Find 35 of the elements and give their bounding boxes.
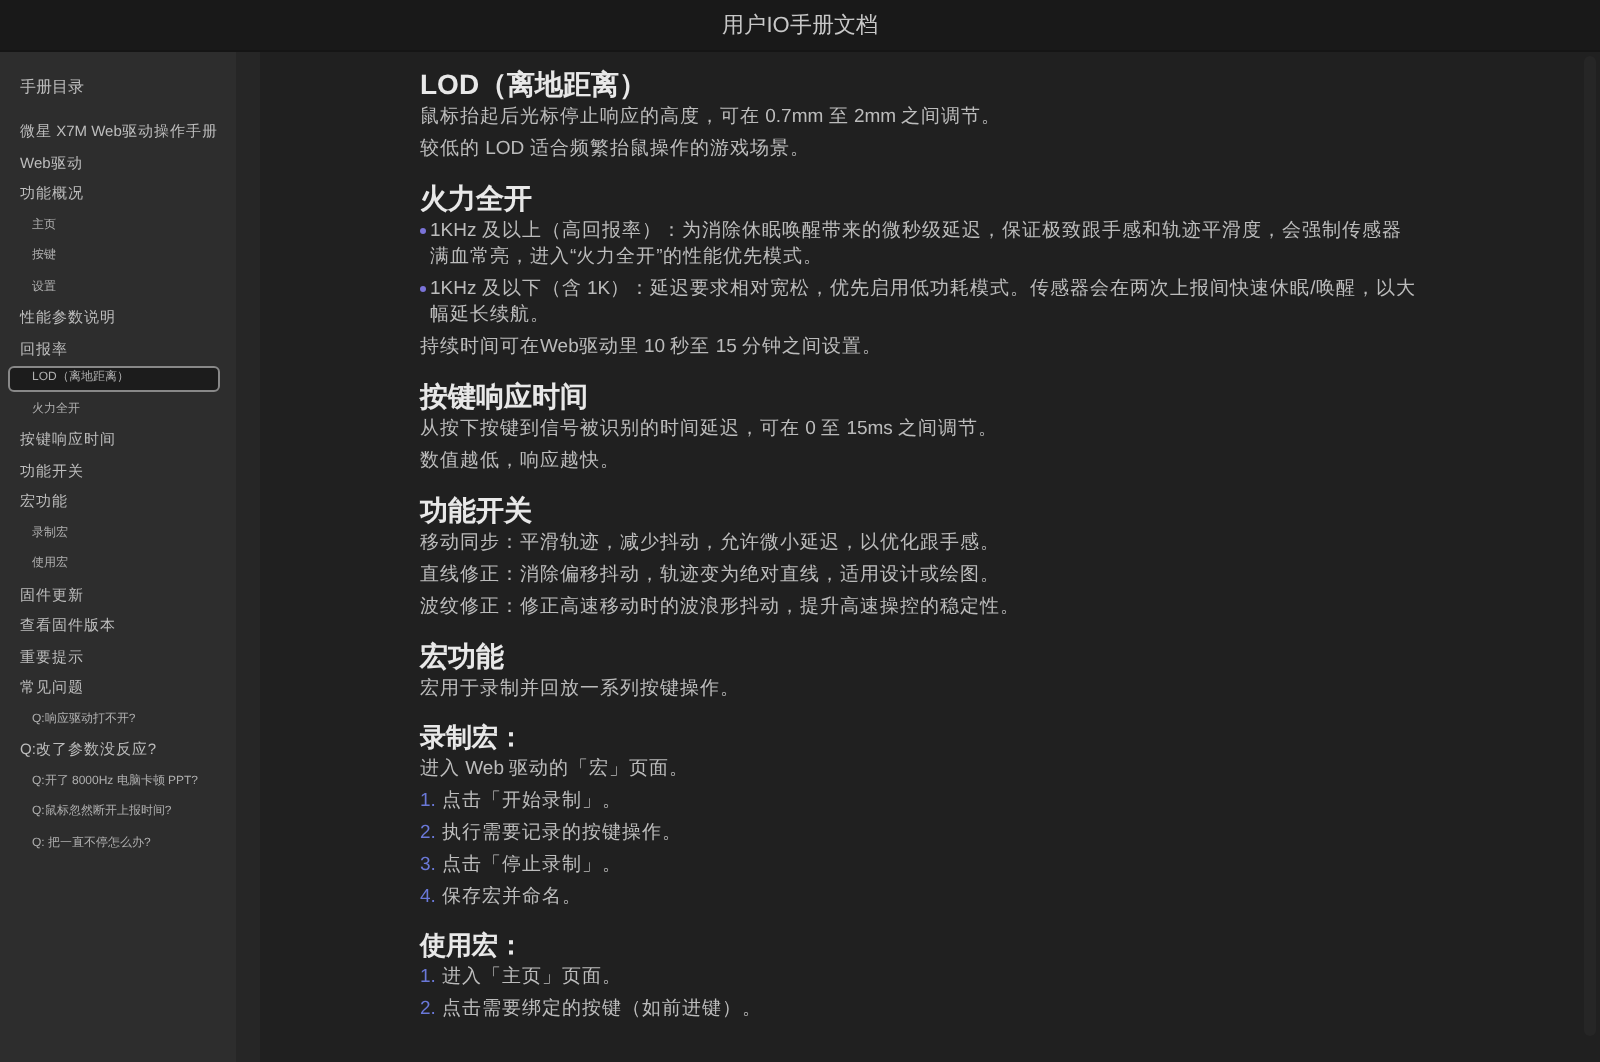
paragraph: 较低的 LOD 适合频繁抬鼠操作的游戏场景。	[420, 136, 812, 162]
paragraph: 从按下按键到信号被识别的时间延迟，可在 0 至 15ms 之间调节。	[420, 416, 1001, 442]
list-item-text: 1KHz 及以下（含 1K）：延迟要求相对宽松，优先启用低功耗模式。传感器会在两次上报间快速休眠/唤醒，以大幅延长续航。	[430, 276, 1418, 328]
list-item-text: 1KHz 及以上（高回报率）：为消除休眠唤醒带来的微秒级延迟，保证极致跟手感和轨迹平滑度，会强制传感器满血常亮，进入“火力全开”的性能优先模式。	[430, 218, 1404, 270]
window-title: 用户IO手册文档	[722, 11, 878, 40]
list-item-text: 点击「停止录制」。	[441, 852, 622, 878]
paragraph: 直线修正：消除偏移抖动，轨迹变为绝对直线，适用设计或绘图。	[420, 562, 1002, 588]
paragraph: 鼠标抬起后光标停止响应的高度，可在 0.7mm 至 2mm 之间调节。	[420, 104, 1004, 130]
list-number: 2.	[420, 820, 436, 846]
section-heading: 使用宏：	[420, 928, 526, 964]
list-item-text: 进入「主页」页面。	[441, 964, 622, 990]
list-item-text: 执行需要记录的按键操作。	[441, 820, 682, 846]
section-heading: 功能开关	[420, 492, 534, 530]
bullet-icon	[420, 228, 426, 234]
section-heading: 按键响应时间	[420, 378, 590, 416]
paragraph: 波纹修正：修正高速移动时的波浪形抖动，提升高速操控的稳定性。	[420, 594, 1022, 620]
list-number: 1.	[420, 964, 436, 990]
list-number: 1.	[420, 788, 436, 814]
section-heading: 火力全开	[420, 180, 534, 218]
list-number: 2.	[420, 996, 436, 1022]
paragraph: 移动同步：平滑轨迹，减少抖动，允许微小延迟，以优化跟手感。	[420, 530, 1002, 556]
paragraph: 进入 Web 驱动的「宏」页面。	[420, 756, 692, 782]
section-heading: 录制宏：	[420, 720, 526, 756]
list-number: 4.	[420, 884, 436, 910]
list-item-text: 点击需要绑定的按键（如前进键）。	[441, 996, 762, 1022]
paragraph: 持续时间可在Web驱动里 10 秒至 15 分钟之间设置。	[420, 334, 885, 360]
sidebar-title: 手册目录	[18, 76, 86, 100]
list-number: 3.	[420, 852, 436, 878]
section-heading: 宏功能	[420, 638, 506, 676]
section-heading: LOD（离地距离）	[420, 66, 650, 104]
paragraph: 宏用于录制并回放一系列按键操作。	[420, 676, 742, 702]
paragraph: 数值越低，响应越快。	[420, 448, 622, 474]
list-item-text: 点击「开始录制」。	[441, 788, 622, 814]
list-item-text: 保存宏并命名。	[441, 884, 582, 910]
bullet-icon	[420, 286, 426, 292]
